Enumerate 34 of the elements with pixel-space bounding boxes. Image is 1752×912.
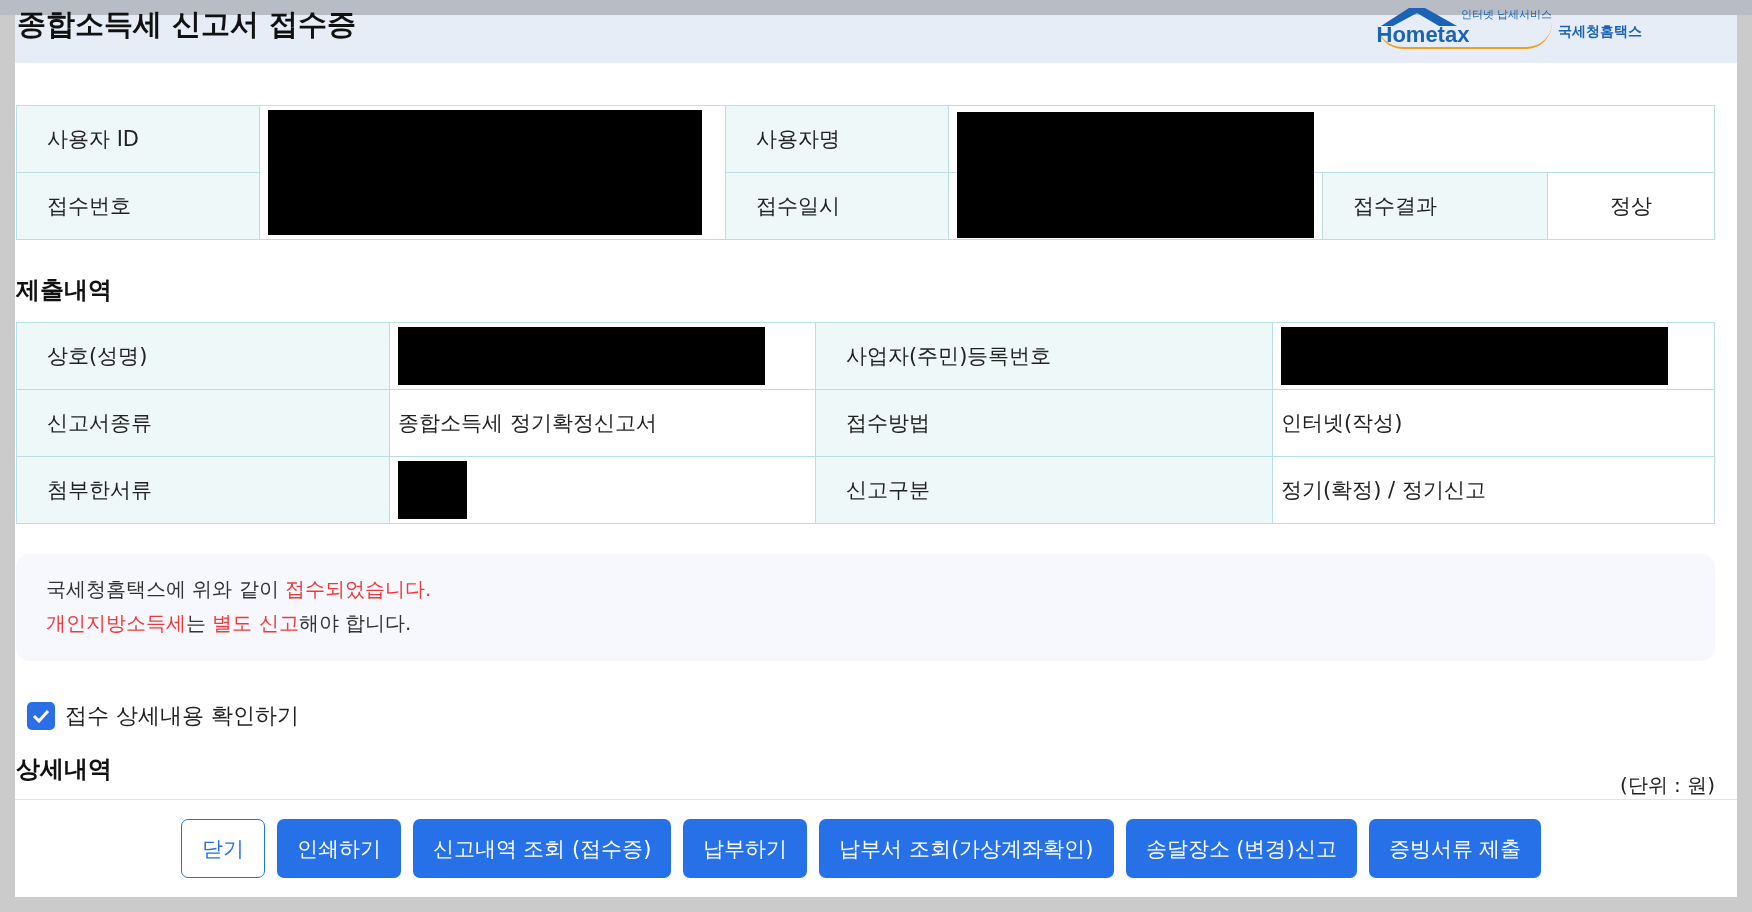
label-cell: 접수일시: [726, 173, 949, 240]
logo-caption: 인터넷 납세서비스: [1460, 7, 1552, 23]
logo-service-name: 국세청홈택스: [1558, 23, 1642, 41]
close-button[interactable]: 닫기: [180, 819, 265, 878]
cell-value: 종합소득세 정기확정신고서: [398, 410, 657, 437]
action-button[interactable]: 인쇄하기: [276, 819, 401, 878]
action-button[interactable]: 신고내역 조회 (접수증): [412, 819, 672, 878]
logo-wordmark: Hometax: [1376, 23, 1552, 49]
notice-text: 개인지방소득세는 별도 신고해야 합니다.: [46, 610, 413, 637]
label-cell: 사용자명: [726, 106, 949, 173]
cell-value: 인터넷(작성): [1281, 410, 1403, 437]
checkbox[interactable]: [27, 702, 55, 730]
action-button[interactable]: 증빙서류 제출: [1368, 819, 1542, 878]
action-button[interactable]: 송달장소 (변경)신고: [1125, 819, 1357, 878]
value-cell: 정상: [1548, 173, 1715, 240]
checkmark-icon: [32, 709, 50, 723]
cell-value: 정기(확정) / 정기신고: [1281, 477, 1486, 504]
label-cell: 첨부한서류: [17, 457, 390, 524]
label-cell: 접수방법: [816, 390, 1273, 457]
action-button[interactable]: 납부서 조회(가상계좌확인): [819, 819, 1114, 878]
label-cell: 신고구분: [816, 457, 1273, 524]
label-cell: 사용자 ID: [17, 106, 260, 173]
page-title: 종합소득세 신고서 접수증: [17, 6, 357, 43]
notice-text: 국세청홈택스에 위와 같이 접수되었습니다.: [46, 576, 433, 603]
action-button[interactable]: 납부하기: [683, 819, 808, 878]
label-cell: 접수결과: [1323, 173, 1548, 240]
section-heading: 제출내역: [16, 275, 113, 306]
unit-note: (단위 : 원): [1619, 772, 1715, 799]
label-cell: 접수번호: [17, 173, 260, 240]
label-cell: 사업자(주민)등록번호: [816, 323, 1273, 390]
label-cell: 신고서종류: [17, 390, 390, 457]
section-heading: 상세내역: [16, 754, 112, 785]
checkbox-label: 접수 상세내용 확인하기: [65, 702, 299, 730]
label-cell: 상호(성명): [17, 323, 390, 390]
